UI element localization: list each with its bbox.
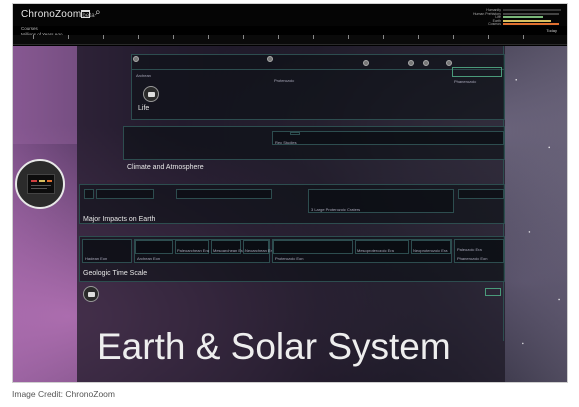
courses-label[interactable]: Courses (21, 26, 38, 31)
event-icon[interactable] (423, 60, 429, 66)
geologic-tour-icon[interactable] (83, 286, 99, 302)
segment-archean-eon[interactable]: Archean Eon (137, 256, 160, 261)
thumbnail-screen (27, 174, 55, 194)
time-ruler[interactable]: Today (13, 28, 567, 45)
tours-icon[interactable] (81, 10, 90, 18)
cosmos-thumbnail[interactable] (15, 159, 65, 209)
event-icon[interactable] (363, 60, 369, 66)
ruler-tick (278, 35, 279, 39)
thumb-mark-yellow (39, 180, 45, 182)
ruler-tick (488, 35, 489, 39)
segment-mesoarchean[interactable]: Mesoarchean Era (213, 248, 245, 253)
thumb-line (31, 185, 51, 186)
legend-bar-life (503, 16, 543, 18)
archean-eon-block[interactable]: Archean Eon Paleoarchean Era Mesoarchean… (134, 239, 274, 263)
image-credit: Image Credit: ChronoZoom (12, 389, 115, 399)
segment-mesoproterozoic[interactable]: Mesoproterozoic Era (357, 248, 394, 253)
segment-proterozoic[interactable]: Proterozoic (274, 78, 294, 83)
craters-block[interactable]: 3 Large Proterozoic Craters (308, 189, 454, 213)
era-block[interactable]: Paleoarchean Era (175, 240, 209, 254)
top-bar: ChronoZoombeta ⌕ Humanity Human Prehisto… (13, 4, 567, 31)
impacts-title[interactable]: Major Impacts on Earth (83, 216, 155, 223)
phanerozoic-eon-block[interactable]: Phanerozoic Eon Paleozoic Era (454, 239, 504, 263)
brand-name: ChronoZoom (21, 9, 82, 20)
archean-icon[interactable] (133, 56, 139, 62)
segment-rec-studies[interactable]: Rec Studies (275, 140, 297, 145)
impact-block[interactable] (176, 189, 272, 199)
segment-hadean[interactable]: Hadean Eon (85, 256, 107, 261)
search-icon[interactable]: ⌕ (95, 8, 101, 18)
impact-block[interactable] (458, 189, 504, 199)
proterozoic-icon[interactable] (267, 56, 273, 62)
era-block[interactable]: Neoarchean Era (243, 240, 274, 254)
ruler-tick (348, 35, 349, 39)
segment-archean[interactable]: Archean (136, 73, 151, 78)
hadean-block[interactable]: Hadean Eon (82, 239, 132, 263)
era-block[interactable] (135, 240, 173, 254)
climate-mini-bar[interactable] (290, 132, 300, 135)
ruler-tick (313, 35, 314, 39)
ruler-tick (138, 35, 139, 39)
thumb-mark-orange (47, 180, 52, 182)
segment-neoarchean[interactable]: Neoarchean Era (245, 248, 274, 253)
ruler-tick (103, 35, 104, 39)
ruler-tick (523, 35, 524, 39)
geologic-title[interactable]: Geologic Time Scale (83, 270, 147, 277)
row-divider (132, 69, 504, 70)
legend-bar-prehistory (503, 12, 559, 15)
era-block[interactable]: Mesoproterozoic Era (355, 240, 409, 254)
era-block[interactable]: Mesoarchean Era (211, 240, 245, 254)
thumb-mark-red (31, 180, 37, 182)
phanerozoic-block[interactable] (452, 67, 502, 77)
segment-phanerozoic-eon[interactable]: Phanerozoic Eon (457, 256, 487, 261)
climate-title[interactable]: Climate and Atmosphere (127, 164, 204, 171)
legend-bar-cosmos (503, 23, 559, 25)
era-block[interactable]: Neoproterozoic Era (411, 240, 451, 254)
climate-timeline[interactable]: Rec Studies (123, 126, 505, 160)
ruler-tick (243, 35, 244, 39)
segment-phanerozoic[interactable]: Phanerozoic (454, 79, 476, 84)
timescale-legend: Humanity Human Prehistory Life Earth Cos… (413, 8, 563, 26)
era-block[interactable] (273, 240, 353, 254)
legend-bar-humanity (503, 9, 561, 11)
impact-block[interactable] (96, 189, 154, 199)
event-icon[interactable] (446, 60, 452, 66)
life-title[interactable]: Life (138, 105, 149, 112)
segment-proterozoic-eon[interactable]: Proterozoic Eon (275, 256, 303, 261)
ruler-tick (208, 35, 209, 39)
exhibit-title[interactable]: Earth & Solar System (97, 326, 451, 368)
ruler-tick (418, 35, 419, 39)
life-tour-icon[interactable] (143, 86, 159, 102)
phanerozoic-zoom-block[interactable] (485, 288, 501, 296)
thumb-line (31, 188, 47, 189)
cosmos-strip[interactable] (13, 46, 77, 144)
segment-paleozoic[interactable]: Paleozoic Era (457, 247, 482, 252)
ruler-tick (33, 35, 34, 39)
segment-neoproterozoic[interactable]: Neoproterozoic Era (413, 248, 447, 253)
today-label: Today (546, 28, 557, 33)
chronozoom-window: ChronoZoombeta ⌕ Humanity Human Prehisto… (12, 3, 568, 383)
right-edge-panel (503, 46, 517, 341)
proterozoic-eon-block[interactable]: Proterozoic Eon Mesoproterozoic Era Neop… (272, 239, 452, 263)
rec-studies-block[interactable]: Rec Studies (272, 131, 504, 145)
segment-craters[interactable]: 3 Large Proterozoic Craters (311, 207, 360, 212)
legend-bar-earth (503, 19, 551, 22)
segment-paleoarchean[interactable]: Paleoarchean Era (177, 248, 209, 253)
ruler-tick (68, 35, 69, 39)
ruler-tick (383, 35, 384, 39)
legend-label-cosmos: Cosmos (488, 22, 501, 26)
impact-marker[interactable] (84, 189, 94, 199)
ruler-tick (173, 35, 174, 39)
event-icon[interactable] (408, 60, 414, 66)
ruler-tick (453, 35, 454, 39)
